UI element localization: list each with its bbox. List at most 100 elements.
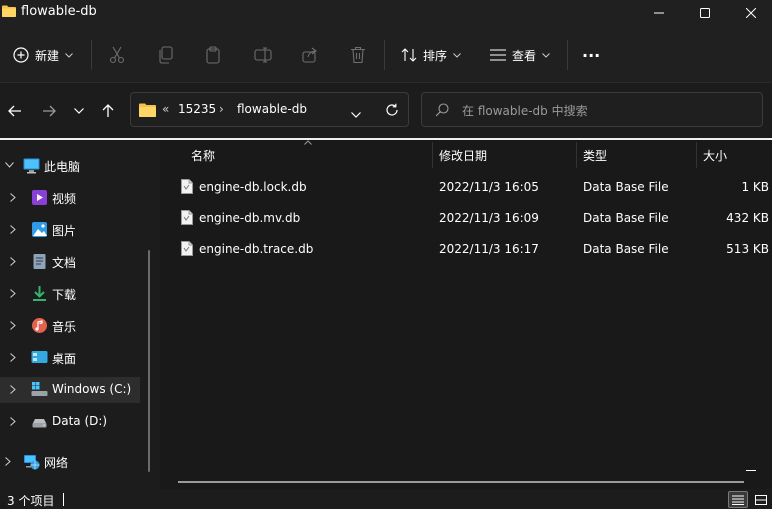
- sidebar-item-pictures[interactable]: 图片: [0, 217, 140, 243]
- file-size: 1 KB: [741, 180, 769, 194]
- window-title: flowable-db: [21, 4, 97, 19]
- maximize-button[interactable]: [682, 0, 728, 26]
- up-button[interactable]: [96, 99, 120, 123]
- view-list-icon: [490, 49, 506, 61]
- address-dropdown-button[interactable]: [351, 107, 361, 121]
- file-type: Data Base File: [583, 180, 669, 194]
- folder-icon: [139, 103, 156, 117]
- column-header-name[interactable]: 名称: [191, 140, 215, 168]
- view-label: 查看: [512, 48, 537, 63]
- file-name: engine-db.lock.db: [199, 180, 307, 194]
- arrow-up-icon: [102, 104, 114, 117]
- horizontal-scrollbar[interactable]: [178, 481, 744, 483]
- tiles-view-button[interactable]: [751, 491, 771, 508]
- copy-button[interactable]: [158, 40, 174, 70]
- computer-icon: [23, 158, 40, 174]
- more-button[interactable]: ···: [582, 40, 600, 70]
- paste-button[interactable]: [205, 40, 221, 70]
- breadcrumb-separator[interactable]: ›: [219, 102, 224, 116]
- column-divider[interactable]: [576, 142, 577, 168]
- chevron-down-icon: [5, 162, 14, 168]
- sort-icon: [401, 48, 417, 62]
- documents-icon: [33, 254, 46, 269]
- sidebar-item-music[interactable]: 音乐: [0, 313, 140, 339]
- search-input[interactable]: 在 flowable-db 中搜索: [421, 92, 763, 127]
- details-view-button[interactable]: [728, 491, 748, 508]
- sidebar-item-label: 图片: [52, 224, 77, 238]
- item-count: 3 个项目: [7, 494, 55, 508]
- forward-button[interactable]: [37, 99, 61, 123]
- view-button[interactable]: 查看: [490, 40, 550, 70]
- sidebar-item-network[interactable]: 网络: [0, 449, 140, 475]
- status-divider: [63, 493, 64, 506]
- refresh-button[interactable]: [385, 103, 399, 120]
- file-modified: 2022/11/3 16:17: [439, 242, 539, 256]
- file-modified: 2022/11/3 16:09: [439, 211, 539, 225]
- chevron-right-icon: [10, 385, 16, 394]
- chevron-right-icon: [10, 353, 16, 362]
- new-button[interactable]: 新建: [13, 40, 73, 70]
- refresh-icon: [386, 103, 398, 116]
- delete-button[interactable]: [350, 40, 366, 70]
- sidebar-item-label: Windows (C:): [52, 382, 132, 396]
- cut-button[interactable]: [109, 40, 125, 70]
- sidebar-item-windows-c[interactable]: Windows (C:): [0, 377, 140, 403]
- sidebar-item-label: 音乐: [52, 320, 77, 334]
- sort-label: 排序: [423, 48, 448, 63]
- pictures-icon: [32, 222, 47, 237]
- sidebar-item-label: 此电脑: [44, 160, 81, 174]
- breadcrumb-item[interactable]: 15235: [178, 102, 216, 116]
- sort-ascending-icon: [304, 140, 312, 145]
- sort-button[interactable]: 排序: [401, 40, 461, 70]
- address-bar[interactable]: « 15235 › flowable-db: [130, 92, 409, 127]
- column-header-type[interactable]: 类型: [583, 140, 607, 168]
- column-divider[interactable]: [432, 142, 433, 168]
- status-bar: 3 个项目: [0, 489, 772, 509]
- sidebar-item-this-pc[interactable]: 此电脑: [0, 153, 140, 179]
- paste-icon: [206, 46, 220, 64]
- chevron-right-icon: [10, 257, 16, 266]
- breadcrumb-overflow[interactable]: «: [162, 102, 169, 116]
- chevron-right-icon: [10, 417, 16, 426]
- chevron-down-icon: [453, 52, 461, 58]
- column-divider[interactable]: [696, 142, 697, 168]
- file-size: 432 KB: [726, 211, 769, 225]
- toolbar-divider: [91, 40, 92, 70]
- file-modified: 2022/11/3 16:05: [439, 180, 539, 194]
- chevron-right-icon: [10, 193, 16, 202]
- sidebar-item-label: 视频: [52, 192, 77, 206]
- minimize-button[interactable]: [636, 0, 682, 26]
- cut-icon: [109, 46, 125, 64]
- back-button[interactable]: [3, 99, 27, 123]
- breadcrumb-item[interactable]: flowable-db: [237, 102, 307, 116]
- sidebar-item-desktop[interactable]: 桌面: [0, 345, 140, 371]
- share-button[interactable]: [302, 40, 318, 70]
- column-header-modified[interactable]: 修改日期: [439, 140, 487, 168]
- rename-icon: [254, 47, 272, 63]
- file-list: 名称 修改日期 类型 大小 engine-db.lock.db 2022/11/…: [160, 140, 772, 489]
- minimize-icon: [654, 12, 664, 14]
- column-header-size[interactable]: 大小: [703, 140, 727, 168]
- file-icon: [181, 210, 193, 225]
- sidebar-item-data-d[interactable]: Data (D:): [0, 409, 140, 435]
- file-icon: [181, 241, 193, 256]
- navigation-bar: « 15235 › flowable-db 在 flowable-db 中搜索: [0, 83, 772, 139]
- sidebar-scrollbar[interactable]: [148, 250, 150, 472]
- table-row[interactable]: engine-db.lock.db 2022/11/3 16:05 Data B…: [174, 173, 772, 201]
- close-button[interactable]: [728, 0, 772, 26]
- table-row[interactable]: engine-db.mv.db 2022/11/3 16:09 Data Bas…: [174, 204, 772, 232]
- sidebar-item-label: 文档: [52, 256, 77, 270]
- drive-icon: [31, 382, 48, 396]
- toolbar-divider: [384, 40, 385, 70]
- sidebar-item-label: 桌面: [52, 352, 77, 366]
- sidebar-item-videos[interactable]: 视频: [0, 185, 140, 211]
- sidebar-item-label: 下载: [52, 288, 77, 302]
- table-row[interactable]: engine-db.trace.db 2022/11/3 16:17 Data …: [174, 235, 772, 263]
- recent-locations-button[interactable]: [67, 99, 91, 123]
- sidebar-item-downloads[interactable]: 下载: [0, 281, 140, 307]
- sidebar-item-documents[interactable]: 文档: [0, 249, 140, 275]
- chevron-down-icon: [542, 52, 550, 58]
- rename-button[interactable]: [254, 40, 272, 70]
- file-name: engine-db.mv.db: [199, 211, 301, 225]
- navigation-pane: 此电脑 视频 图片 文档 下载 音乐 桌面 Windows (C:) Data …: [0, 140, 160, 489]
